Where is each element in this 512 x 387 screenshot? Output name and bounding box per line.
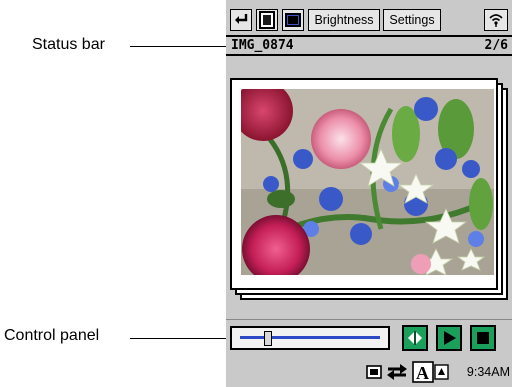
top-toolbar: Brightness Settings: [226, 6, 512, 32]
slider-track: [240, 336, 380, 339]
stack-frame-front: [230, 78, 498, 290]
status-bar: IMG_0874 2/6: [226, 35, 512, 56]
prev-next-icon[interactable]: [402, 325, 428, 351]
control-panel-callout-line: [130, 338, 226, 339]
sync-icon[interactable]: [386, 364, 408, 385]
control-panel: [226, 319, 512, 355]
play-icon[interactable]: [436, 325, 462, 351]
stop-icon[interactable]: [470, 325, 496, 351]
wireless-icon[interactable]: [484, 9, 508, 31]
control-panel-callout: Control panel: [4, 327, 100, 344]
fullscreen-icon[interactable]: [282, 9, 304, 31]
return-arrow-icon[interactable]: [230, 9, 252, 31]
photo-stack[interactable]: [230, 78, 508, 301]
text-size-icon[interactable]: A: [412, 361, 450, 387]
slider-thumb[interactable]: [264, 331, 272, 346]
keyboard-icon[interactable]: [366, 365, 382, 384]
status-bar-callout: Status bar: [32, 36, 105, 53]
device-screen: Brightness Settings IMG_0874 2/6 A 9:34A…: [226, 0, 512, 387]
flower-bouquet-photo: [241, 89, 494, 275]
status-bar-callout-line: [130, 46, 226, 47]
svg-text:A: A: [416, 363, 429, 383]
playback-slider[interactable]: [230, 326, 390, 350]
image-position-label: 2/6: [484, 38, 508, 53]
taskbar: A 9:34AM: [226, 357, 512, 387]
clock[interactable]: 9:34AM: [467, 365, 510, 379]
brightness-button[interactable]: Brightness: [308, 9, 380, 31]
single-page-icon[interactable]: [256, 9, 278, 31]
filename-label: IMG_0874: [231, 38, 294, 53]
settings-button[interactable]: Settings: [383, 9, 441, 31]
